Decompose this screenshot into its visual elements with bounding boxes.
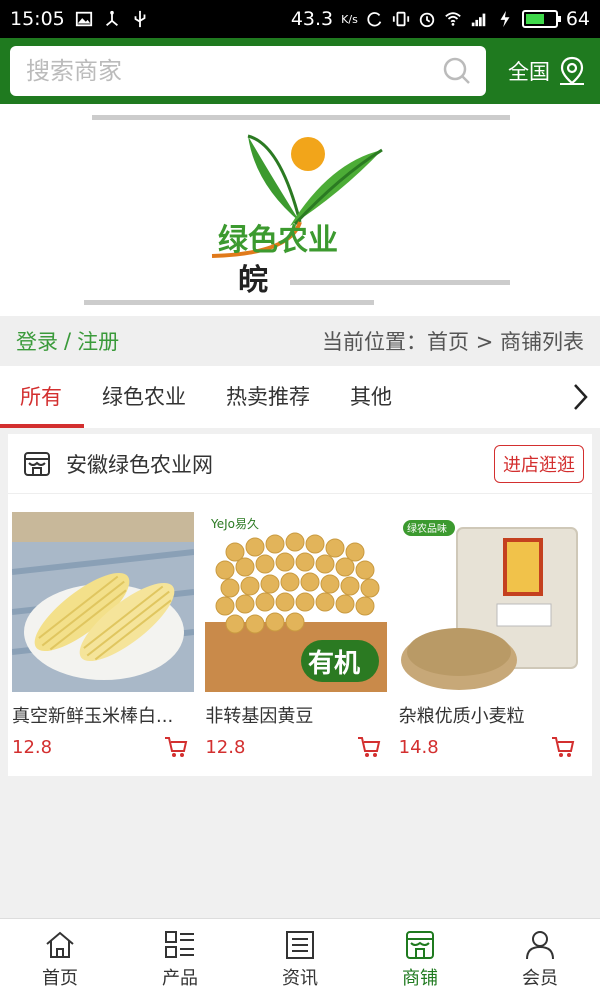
news-icon	[286, 930, 314, 959]
image-icon	[75, 11, 92, 27]
home-icon	[46, 931, 74, 958]
shop-name[interactable]: 安徽绿色农业网	[66, 449, 213, 479]
login-separator: /	[64, 329, 72, 353]
logo-sub: 皖	[238, 263, 268, 298]
nav-products[interactable]: 产品	[120, 919, 240, 1000]
tab-green-agriculture[interactable]: 绿色农业	[82, 366, 206, 428]
product-name[interactable]: 真空新鲜玉米棒白...	[12, 702, 188, 728]
usb-icon	[134, 10, 146, 28]
login-link[interactable]: 登录	[16, 326, 58, 356]
enter-shop-button[interactable]: 进店逛逛	[494, 444, 584, 483]
product-badge: 绿农品味	[407, 522, 447, 535]
nav-member[interactable]: 会员	[480, 919, 600, 1000]
shop-header: 安徽绿色农业网 进店逛逛	[8, 434, 592, 494]
product-price: 12.8	[12, 736, 53, 758]
product-list: 真空新鲜玉米棒白... 12.8 YeJo易久 有机 非转基因黄豆 12.8 绿…	[12, 512, 592, 758]
region-selector[interactable]: 全国	[508, 56, 586, 86]
cart-icon[interactable]	[164, 736, 188, 758]
product-image-soybean[interactable]: YeJo易久 有机	[205, 512, 388, 692]
signal-4g-icon	[471, 13, 486, 27]
tab-other[interactable]: 其他	[330, 366, 412, 428]
nav-home[interactable]: 首页	[0, 919, 120, 1000]
search-input[interactable]	[26, 57, 442, 85]
nav-home-label: 首页	[42, 967, 78, 989]
region-label: 全国	[508, 60, 550, 84]
charging-icon	[500, 10, 510, 28]
usb-share-icon	[105, 10, 118, 26]
wifi-icon	[445, 12, 461, 26]
vibrate-icon	[392, 11, 409, 27]
tab-all[interactable]: 所有	[0, 366, 84, 428]
alarm-icon	[419, 12, 435, 28]
cart-icon[interactable]	[551, 736, 575, 758]
store-icon	[24, 451, 50, 476]
location-label: 当前位置：	[322, 330, 428, 354]
search-icon[interactable]	[442, 56, 472, 86]
breadcrumb-home[interactable]: 首页	[427, 330, 469, 354]
search-box[interactable]	[10, 46, 486, 96]
shop-card: 安徽绿色农业网 进店逛逛 真空新鲜玉米棒白... 12.8 YeJo易久 有机 …	[8, 434, 592, 776]
login-bar: 登录 / 注册 当前位置：首页 > 商铺列表	[0, 316, 600, 366]
breadcrumb-separator: >	[475, 330, 494, 354]
register-link[interactable]: 注册	[77, 326, 119, 356]
battery-icon	[521, 10, 561, 28]
shop-icon	[406, 930, 434, 959]
user-icon	[526, 930, 554, 959]
battery-percent: 64	[565, 8, 590, 30]
product-card[interactable]: 绿农品味 杂粮优质小麦粒 14.8	[398, 512, 592, 758]
product-name[interactable]: 非转基因黄豆	[205, 702, 381, 728]
status-bar: 15:05 43.3 K/s 64	[0, 0, 600, 38]
product-card[interactable]: 真空新鲜玉米棒白... 12.8	[12, 512, 205, 758]
location-pin-icon	[560, 56, 584, 85]
banner[interactable]: 绿色农业 皖	[0, 104, 600, 316]
logo-text: 绿色农业	[218, 223, 338, 258]
bottom-nav: 首页 产品 资讯 商铺 会员	[0, 918, 600, 1000]
nav-shops[interactable]: 商铺	[360, 919, 480, 1000]
nav-news-label: 资讯	[282, 967, 318, 989]
brand-label: YeJo易久	[210, 517, 259, 531]
net-unit: K/s	[341, 12, 358, 26]
nav-news[interactable]: 资讯	[240, 919, 360, 1000]
status-time: 15:05	[10, 8, 65, 30]
product-card[interactable]: YeJo易久 有机 非转基因黄豆 12.8	[205, 512, 398, 758]
sync-icon	[367, 12, 382, 27]
product-price: 14.8	[398, 736, 439, 758]
breadcrumb-current: 商铺列表	[500, 330, 584, 354]
net-speed: 43.3	[290, 8, 334, 30]
grid-list-icon	[165, 930, 194, 958]
tabs-next-button[interactable]	[560, 366, 600, 428]
breadcrumb: 当前位置：首页 > 商铺列表	[322, 326, 584, 356]
product-name[interactable]: 杂粮优质小麦粒	[399, 702, 575, 728]
tab-hot-recommend[interactable]: 热卖推荐	[206, 366, 330, 428]
product-image-wheat[interactable]: 绿农品味	[398, 512, 581, 692]
nav-shops-label: 商铺	[402, 967, 438, 989]
product-image-corn[interactable]	[12, 512, 194, 692]
cart-icon[interactable]	[357, 736, 381, 758]
organic-badge: 有机	[308, 649, 360, 679]
category-tabs: 所有 绿色农业 热卖推荐 其他	[0, 366, 600, 428]
product-price: 12.8	[205, 736, 246, 758]
banner-logo-image: 绿色农业 皖	[84, 115, 510, 305]
chevron-right-icon	[574, 384, 588, 410]
search-header: 全国	[0, 38, 600, 104]
nav-products-label: 产品	[162, 967, 198, 989]
nav-member-label: 会员	[522, 967, 558, 989]
